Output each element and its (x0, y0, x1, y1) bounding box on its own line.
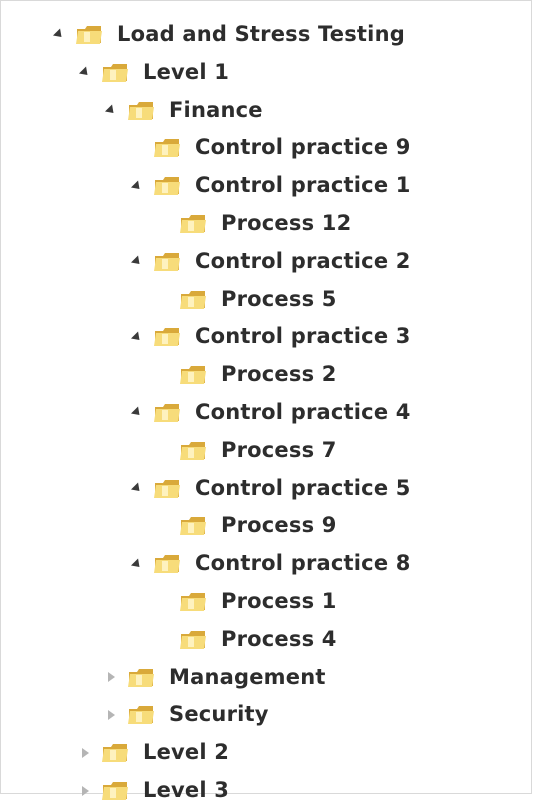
tree-node-label: Process 9 (221, 513, 337, 538)
folder-tree: Load and Stress Testing Level 1 Finance Con… (1, 16, 534, 810)
tree-node-label: Control practice 9 (195, 135, 411, 160)
expanded-arrow-icon[interactable] (75, 54, 95, 92)
tree-node[interactable]: Load and Stress Testing (1, 16, 534, 54)
tree-node-label: Load and Stress Testing (117, 22, 405, 46)
tree-node-label: Process 4 (221, 626, 337, 651)
tree-node[interactable]: Process 1 (1, 583, 534, 621)
expanded-arrow-icon[interactable] (127, 167, 147, 205)
collapsed-arrow-icon[interactable] (101, 659, 121, 697)
collapsed-arrow-icon[interactable] (75, 772, 95, 810)
tree-node[interactable]: Control practice 8 (1, 545, 534, 583)
tree-node-label: Finance (169, 97, 263, 122)
folder-icon (101, 61, 131, 85)
tree-node[interactable]: Level 3 (1, 772, 534, 810)
tree-node[interactable]: Process 7 (1, 432, 534, 470)
tree-node-label: Control practice 5 (195, 475, 411, 500)
folder-icon (153, 477, 183, 501)
folder-icon (179, 212, 209, 236)
tree-node-label: Control practice 8 (195, 551, 411, 576)
tree-node-label: Process 5 (221, 286, 337, 311)
tree-node[interactable]: Process 12 (1, 205, 534, 243)
tree-node-label: Level 2 (143, 740, 230, 765)
tree-node[interactable]: Level 2 (1, 734, 534, 772)
folder-icon (179, 590, 209, 614)
folder-icon (153, 401, 183, 425)
collapsed-arrow-icon[interactable] (101, 696, 121, 734)
folder-icon (179, 628, 209, 652)
tree-node[interactable]: Finance (1, 92, 534, 130)
folder-icon (153, 136, 183, 160)
expanded-arrow-icon[interactable] (127, 470, 147, 508)
folder-icon (101, 779, 131, 803)
folder-icon (179, 288, 209, 312)
tree-node[interactable]: Process 5 (1, 281, 534, 319)
tree-node-label: Level 1 (143, 59, 230, 84)
folder-icon (101, 741, 131, 765)
tree-node-label: Process 1 (221, 588, 337, 613)
tree-node[interactable]: Control practice 2 (1, 243, 534, 281)
tree-node-label: Control practice 1 (195, 173, 411, 198)
folder-icon (127, 703, 157, 727)
tree-node[interactable]: Process 4 (1, 621, 534, 659)
tree-node-label: Control practice 3 (195, 324, 411, 349)
tree-node[interactable]: Process 9 (1, 507, 534, 545)
tree-node[interactable]: Management (1, 659, 534, 697)
folder-icon (179, 514, 209, 538)
tree-node[interactable]: Control practice 5 (1, 470, 534, 508)
tree-node[interactable]: Process 2 (1, 356, 534, 394)
folder-icon (127, 99, 157, 123)
tree-node[interactable]: Security (1, 696, 534, 734)
folder-icon (153, 174, 183, 198)
tree-node-label: Process 12 (221, 210, 352, 235)
tree-node-label: Security (169, 702, 269, 727)
tree-node[interactable]: Control practice 4 (1, 394, 534, 432)
tree-node-label: Level 3 (143, 777, 230, 802)
expanded-arrow-icon[interactable] (49, 16, 69, 54)
tree-node[interactable]: Control practice 1 (1, 167, 534, 205)
expanded-arrow-icon[interactable] (127, 318, 147, 356)
tree-node-label: Process 2 (221, 362, 337, 387)
expanded-arrow-icon[interactable] (101, 92, 121, 130)
folder-icon (153, 250, 183, 274)
tree-view-frame: Load and Stress Testing Level 1 Finance Con… (0, 0, 532, 802)
expanded-arrow-icon[interactable] (127, 243, 147, 281)
collapsed-arrow-icon[interactable] (75, 734, 95, 772)
tree-node[interactable]: Control practice 3 (1, 318, 534, 356)
folder-icon (153, 552, 183, 576)
tree-node-label: Process 7 (221, 437, 337, 462)
folder-icon (179, 363, 209, 387)
tree-node[interactable]: Level 1 (1, 54, 534, 92)
folder-icon (179, 439, 209, 463)
expanded-arrow-icon[interactable] (127, 545, 147, 583)
tree-node[interactable]: Control practice 9 (1, 129, 534, 167)
folder-icon (153, 325, 183, 349)
folder-icon (75, 23, 105, 47)
tree-node-label: Control practice 2 (195, 248, 411, 273)
tree-node-label: Control practice 4 (195, 399, 411, 424)
folder-icon (127, 666, 157, 690)
tree-node-label: Management (169, 664, 326, 689)
expanded-arrow-icon[interactable] (127, 394, 147, 432)
